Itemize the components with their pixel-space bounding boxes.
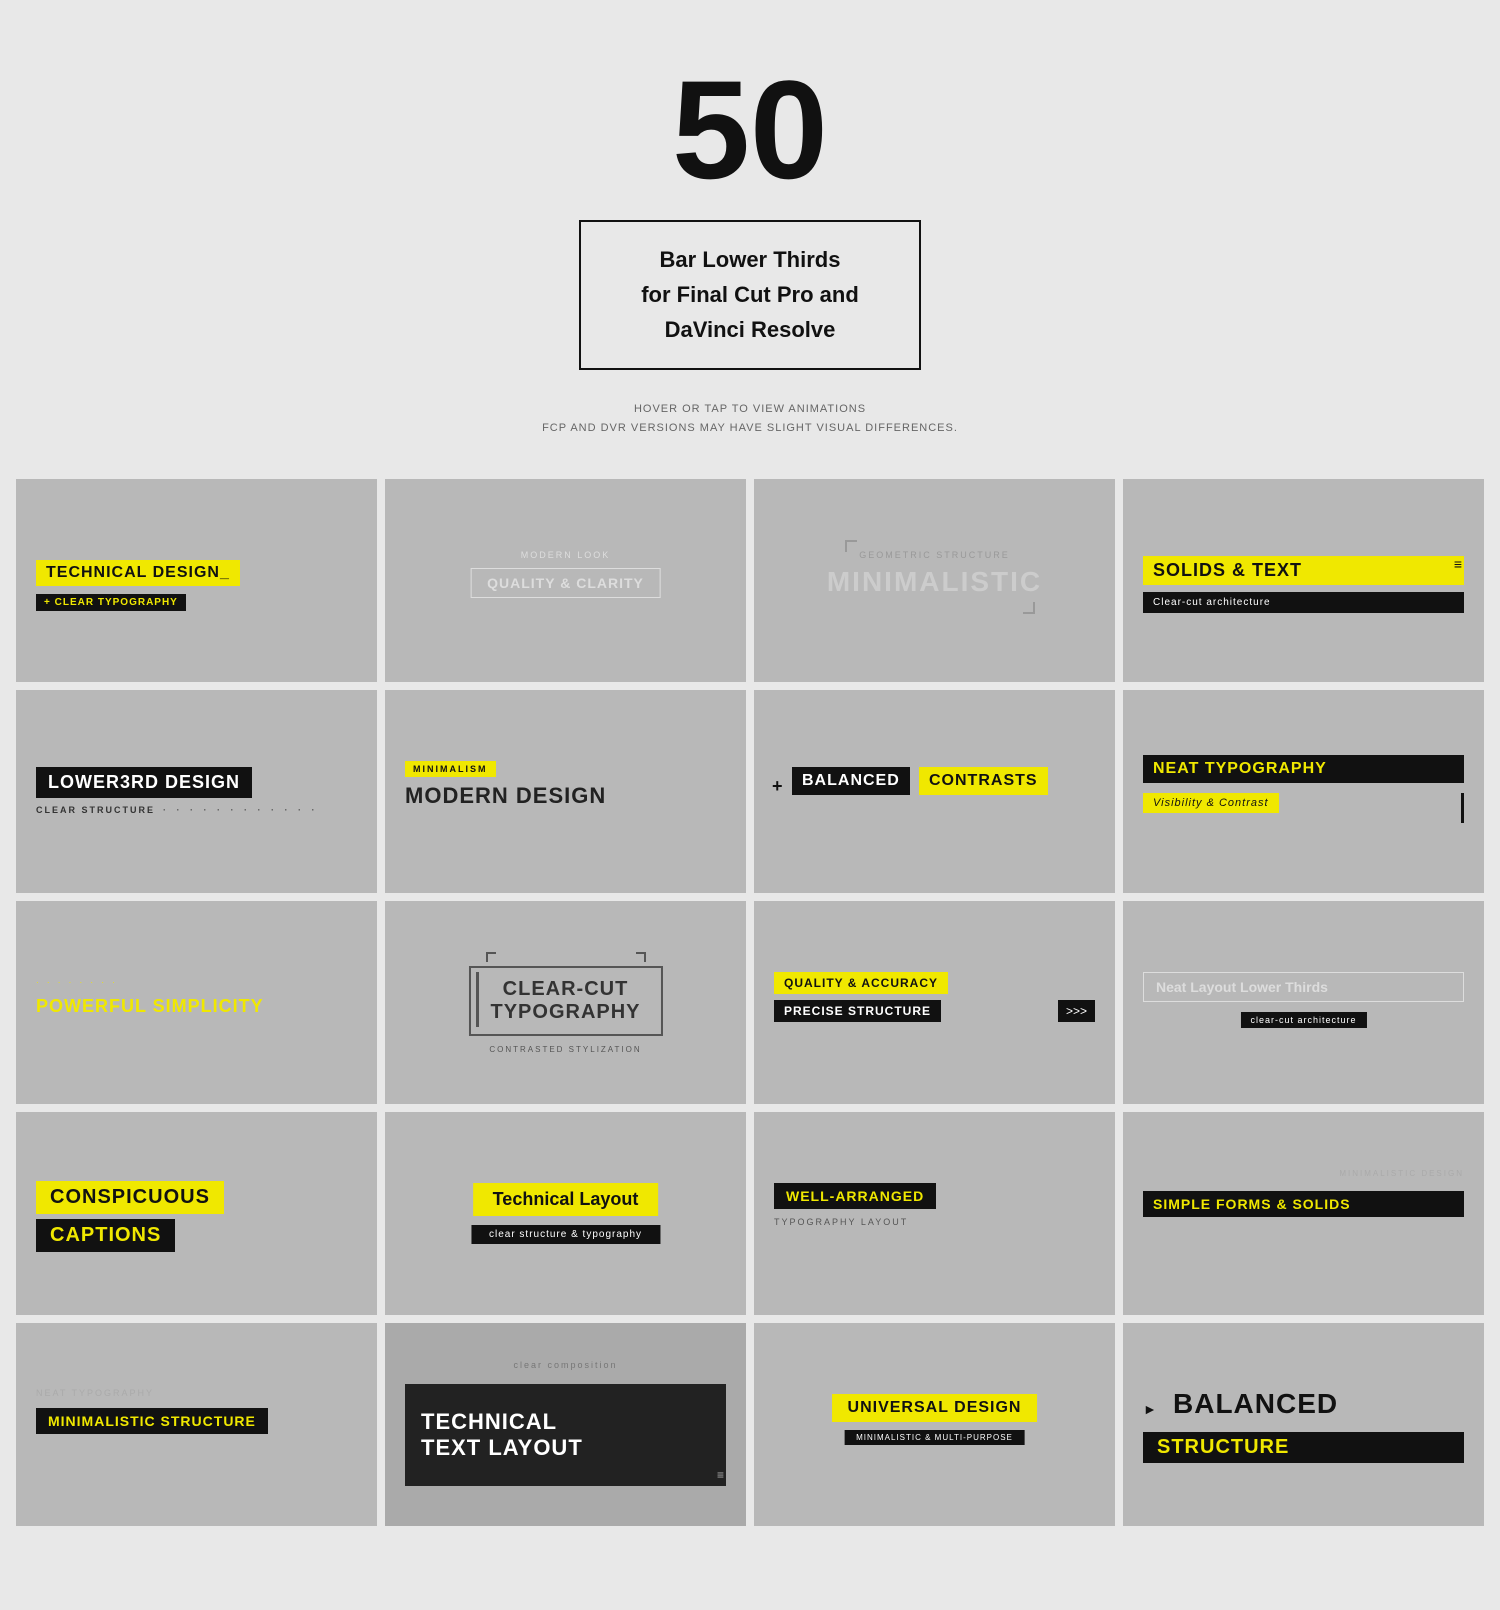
- card11-main-label: QUALITY & ACCURACY: [774, 972, 948, 994]
- card1-sub-label: + CLEAR TYPOGRAPHY: [36, 594, 186, 611]
- card17-main-label: MINIMALISTIC STRUCTURE: [36, 1408, 268, 1434]
- hero-number: 50: [20, 60, 1480, 200]
- card12-box-label: Neat Layout Lower Thirds: [1143, 972, 1464, 1002]
- card9-main-label: POWERFUL SIMPLICITY: [36, 996, 264, 1017]
- card20-main-label: BALANCED: [1173, 1388, 1338, 1420]
- card3-top-label: GEOMETRIC STRUCTURE: [859, 550, 1010, 560]
- card13-label1: CONSPICUOUS: [36, 1181, 224, 1214]
- card-balanced-structure[interactable]: ► BALANCED STRUCTURE: [1123, 1323, 1484, 1526]
- card2-box-label: QUALITY & CLARITY: [470, 568, 661, 598]
- card-neat-typography-2[interactable]: NEAT TYPOGRAPHY MINIMALISTIC STRUCTURE: [16, 1323, 377, 1526]
- card11-sub-label: PRECISE STRUCTURE: [774, 1000, 941, 1022]
- card-modern-design[interactable]: MINIMALISM MODERN DESIGN: [385, 690, 746, 893]
- card18-top-label: clear composition: [513, 1360, 617, 1370]
- card7-label2: CONTRASTS: [919, 767, 1048, 795]
- card18-menu-icon: ≡: [717, 1468, 724, 1482]
- card12-sub-label: clear-cut architecture: [1240, 1012, 1366, 1028]
- card1-main-label: TECHNICAL DESIGN_: [36, 560, 240, 586]
- hero-section: 50 Bar Lower Thirds for Final Cut Pro an…: [0, 0, 1500, 459]
- card15-main-label: WELL-ARRANGED: [774, 1183, 936, 1209]
- card17-top-label: NEAT TYPOGRAPHY: [36, 1388, 154, 1398]
- card5-sub-label: CLEAR STRUCTURE · · · · · · · · · · · ·: [36, 805, 357, 815]
- card19-main-label: UNIVERSAL DESIGN: [832, 1394, 1038, 1422]
- card16-top-label: MINIMALISTIC DESIGN: [1339, 1169, 1464, 1178]
- card-neat-typography[interactable]: NEAT TYPOGRAPHY Visibility & Contrast: [1123, 690, 1484, 893]
- card-technical-design[interactable]: TECHNICAL DESIGN_ + CLEAR TYPOGRAPHY: [16, 479, 377, 682]
- card7-plus: +: [772, 776, 783, 797]
- card15-sub-label: TYPOGRAPHY LAYOUT: [774, 1217, 908, 1227]
- card5-main-label: LOWER3RD DESIGN: [36, 767, 252, 798]
- card4-main-label: SOLIDS & TEXT: [1143, 556, 1464, 585]
- card13-label2: CAPTIONS: [36, 1219, 175, 1252]
- card9-dots: · · · · · · · ·: [36, 978, 118, 987]
- card18-main-text: TECHNICALTEXT LAYOUT: [421, 1409, 583, 1462]
- card-conspicuous[interactable]: CONSPICUOUS CAPTIONS: [16, 1112, 377, 1315]
- hero-title-line3: DaVinci Resolve: [665, 317, 836, 342]
- card4-sub-label: Clear-cut architecture: [1143, 592, 1464, 613]
- card-balanced-contrasts[interactable]: + BALANCED CONTRASTS: [754, 690, 1115, 893]
- card-technical-layout[interactable]: Technical Layout clear structure & typog…: [385, 1112, 746, 1315]
- card-grid: TECHNICAL DESIGN_ + CLEAR TYPOGRAPHY MOD…: [0, 459, 1500, 1556]
- card-quality-accuracy[interactable]: QUALITY & ACCURACY PRECISE STRUCTURE >>>: [754, 901, 1115, 1104]
- card3-corner-br: [1023, 602, 1035, 614]
- hero-subtitle: HOVER OR TAP TO VIEW ANIMATIONS FCP AND …: [20, 400, 1480, 440]
- card18-main-box: TECHNICALTEXT LAYOUT: [405, 1384, 726, 1486]
- card20-arrow: ►: [1143, 1401, 1157, 1417]
- card20-sub-label: STRUCTURE: [1143, 1432, 1464, 1463]
- hero-title-line2: for Final Cut Pro and: [641, 282, 859, 307]
- card16-main-label: SIMPLE FORMS & SOLIDS: [1143, 1191, 1464, 1217]
- card6-top-label: MINIMALISM: [405, 761, 496, 777]
- card-minimalistic[interactable]: GEOMETRIC STRUCTURE MINIMALISTIC: [754, 479, 1115, 682]
- card-neat-layout[interactable]: Neat Layout Lower Thirds clear-cut archi…: [1123, 901, 1484, 1104]
- card-universal-design[interactable]: UNIVERSAL DESIGN MINIMALISTIC & MULTI-PU…: [754, 1323, 1115, 1526]
- card3-main-label: MINIMALISTIC: [827, 566, 1042, 598]
- card14-main-label: Technical Layout: [473, 1183, 659, 1216]
- hero-title-box: Bar Lower Thirds for Final Cut Pro and D…: [579, 220, 921, 370]
- card8-bar: [1461, 793, 1464, 823]
- card8-sub-label: Visibility & Contrast: [1143, 793, 1279, 813]
- card-quality-clarity[interactable]: MODERN LOOK QUALITY & CLARITY: [385, 479, 746, 682]
- card10-main-label: CLEAR-CUTTYPOGRAPHY: [468, 966, 662, 1036]
- card-powerful-simplicity[interactable]: · · · · · · · · POWERFUL SIMPLICITY: [16, 901, 377, 1104]
- card10-corner-tr: [636, 952, 646, 962]
- card19-sub-label: MINIMALISTIC & MULTI-PURPOSE: [844, 1430, 1025, 1445]
- card-solids-text[interactable]: SOLIDS & TEXT Clear-cut architecture ≡: [1123, 479, 1484, 682]
- card7-label1: BALANCED: [792, 767, 910, 795]
- card3-corner-tl: [845, 540, 857, 552]
- card-simple-forms[interactable]: MINIMALISTIC DESIGN SIMPLE FORMS & SOLID…: [1123, 1112, 1484, 1315]
- card-lower3rd-design[interactable]: LOWER3RD DESIGN CLEAR STRUCTURE · · · · …: [16, 690, 377, 893]
- card8-main-label: NEAT TYPOGRAPHY: [1143, 755, 1464, 783]
- card6-main-label: MODERN DESIGN: [405, 783, 606, 809]
- hero-title-line1: Bar Lower Thirds: [660, 247, 841, 272]
- card2-top-label: MODERN LOOK: [521, 550, 611, 560]
- card10-sub-label: CONTRASTED STYLIZATION: [489, 1045, 641, 1054]
- card11-arrows: >>>: [1058, 1000, 1095, 1022]
- card-well-arranged[interactable]: WELL-ARRANGED TYPOGRAPHY LAYOUT: [754, 1112, 1115, 1315]
- card14-sub-label: clear structure & typography: [471, 1225, 660, 1244]
- card10-corner-tl: [486, 952, 496, 962]
- menu-icon: ≡: [1454, 556, 1462, 572]
- card-technical-text-layout[interactable]: clear composition TECHNICALTEXT LAYOUT ≡: [385, 1323, 746, 1526]
- card-clearcut-typography[interactable]: CLEAR-CUTTYPOGRAPHY CONTRASTED STYLIZATI…: [385, 901, 746, 1104]
